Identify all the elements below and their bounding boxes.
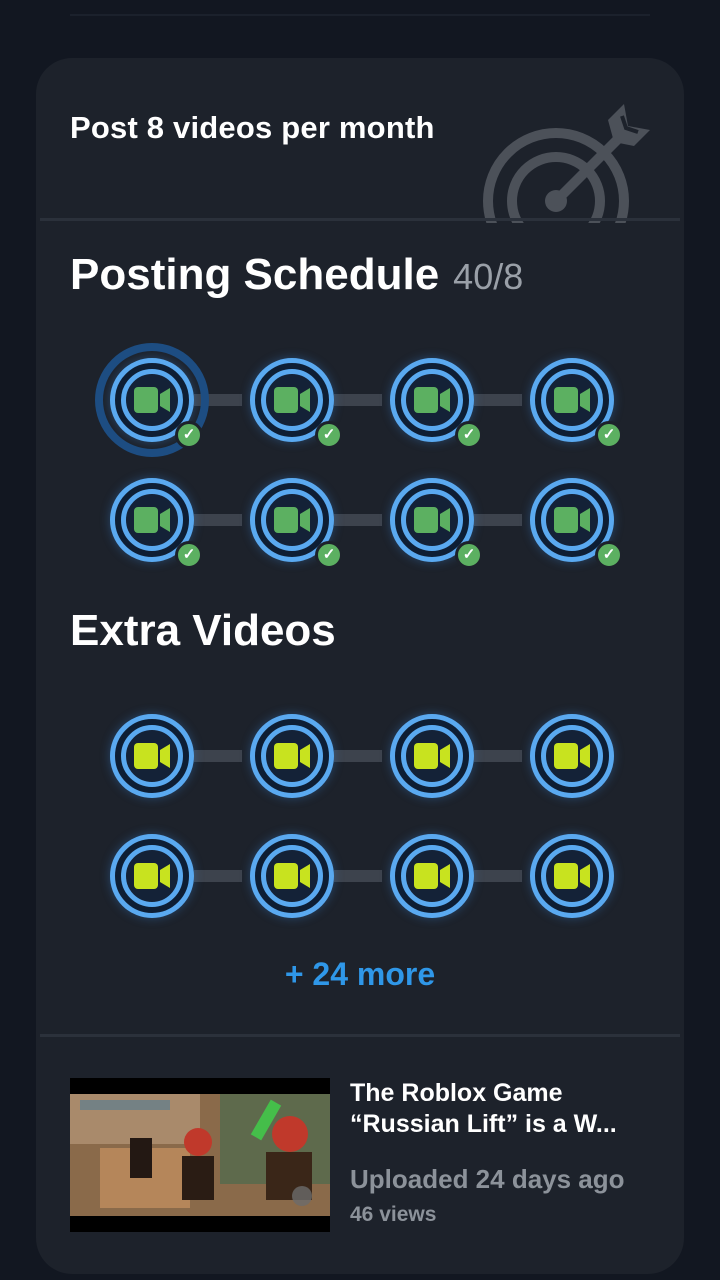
- check-icon: ✓: [315, 541, 343, 569]
- video-camera-icon: [134, 863, 170, 889]
- extra-video-node[interactable]: [530, 834, 614, 918]
- connector: [194, 750, 242, 762]
- video-views: 46 views: [350, 1203, 437, 1226]
- video-camera-icon: [134, 387, 170, 413]
- video-camera-icon: [134, 743, 170, 769]
- schedule-video-node[interactable]: ✓: [390, 358, 483, 449]
- video-camera-icon: [554, 743, 590, 769]
- posting-schedule-title: Posting Schedule: [70, 250, 440, 299]
- video-camera-icon: [274, 743, 310, 769]
- extra-video-node[interactable]: [390, 714, 474, 798]
- video-upload-date: Uploaded 24 days ago: [350, 1164, 625, 1194]
- extra-video-node[interactable]: [250, 714, 334, 798]
- check-icon: ✓: [595, 541, 623, 569]
- schedule-video-node[interactable]: ✓: [530, 358, 623, 449]
- connector: [334, 514, 382, 526]
- connector: [474, 750, 522, 762]
- section-divider: [40, 1034, 680, 1037]
- schedule-video-node[interactable]: ✓: [250, 478, 343, 569]
- video-camera-icon: [554, 507, 590, 533]
- extra-video-node[interactable]: [110, 714, 194, 798]
- video-camera-icon: [274, 863, 310, 889]
- video-camera-icon: [274, 387, 310, 413]
- video-camera-icon: [414, 743, 450, 769]
- video-camera-icon: [414, 863, 450, 889]
- connector: [334, 750, 382, 762]
- extra-video-node[interactable]: [250, 834, 334, 918]
- schedule-row-1: ✓ ✓ ✓ ✓: [95, 343, 623, 457]
- video-camera-icon: [414, 507, 450, 533]
- extra-video-node[interactable]: [110, 834, 194, 918]
- video-camera-icon: [554, 387, 590, 413]
- connector: [474, 870, 522, 882]
- video-camera-icon: [134, 507, 170, 533]
- extra-video-node[interactable]: [530, 714, 614, 798]
- schedule-video-node[interactable]: ✓: [390, 478, 483, 569]
- check-icon: ✓: [175, 421, 203, 449]
- schedule-video-node[interactable]: ✓: [95, 343, 209, 457]
- section-divider: [40, 218, 680, 221]
- video-thumbnail[interactable]: [70, 1078, 330, 1232]
- schedule-video-node[interactable]: ✓: [250, 358, 343, 449]
- video-title[interactable]: The Roblox Game “Russian Lift” is a W...: [350, 1078, 660, 1140]
- connector: [474, 514, 522, 526]
- check-icon: ✓: [455, 541, 483, 569]
- connector: [194, 870, 242, 882]
- check-icon: ✓: [175, 541, 203, 569]
- connector: [474, 394, 522, 406]
- schedule-video-node[interactable]: ✓: [530, 478, 623, 569]
- posting-schedule-heading: Posting Schedule 40/8: [70, 250, 523, 300]
- connector: [194, 514, 242, 526]
- video-camera-icon: [554, 863, 590, 889]
- check-icon: ✓: [455, 421, 483, 449]
- connector: [334, 394, 382, 406]
- extra-row-1: [110, 714, 614, 804]
- goal-card: Post 8 videos per month Posting Schedule…: [36, 58, 684, 1274]
- target-icon: [476, 98, 656, 223]
- check-icon: ✓: [595, 421, 623, 449]
- extra-row-2: [110, 834, 614, 924]
- connector: [334, 870, 382, 882]
- extra-videos-title: Extra Videos: [70, 606, 336, 655]
- check-icon: ✓: [315, 421, 343, 449]
- extra-video-node[interactable]: [390, 834, 474, 918]
- video-camera-icon: [414, 387, 450, 413]
- video-camera-icon: [274, 507, 310, 533]
- schedule-row-2: ✓ ✓ ✓ ✓: [110, 478, 623, 569]
- schedule-video-node[interactable]: ✓: [110, 478, 203, 569]
- goal-title: Post 8 videos per month: [70, 110, 435, 145]
- schedule-count: 40/8: [453, 256, 524, 297]
- top-divider: [70, 14, 650, 16]
- more-videos-link[interactable]: + 24 more: [36, 956, 684, 993]
